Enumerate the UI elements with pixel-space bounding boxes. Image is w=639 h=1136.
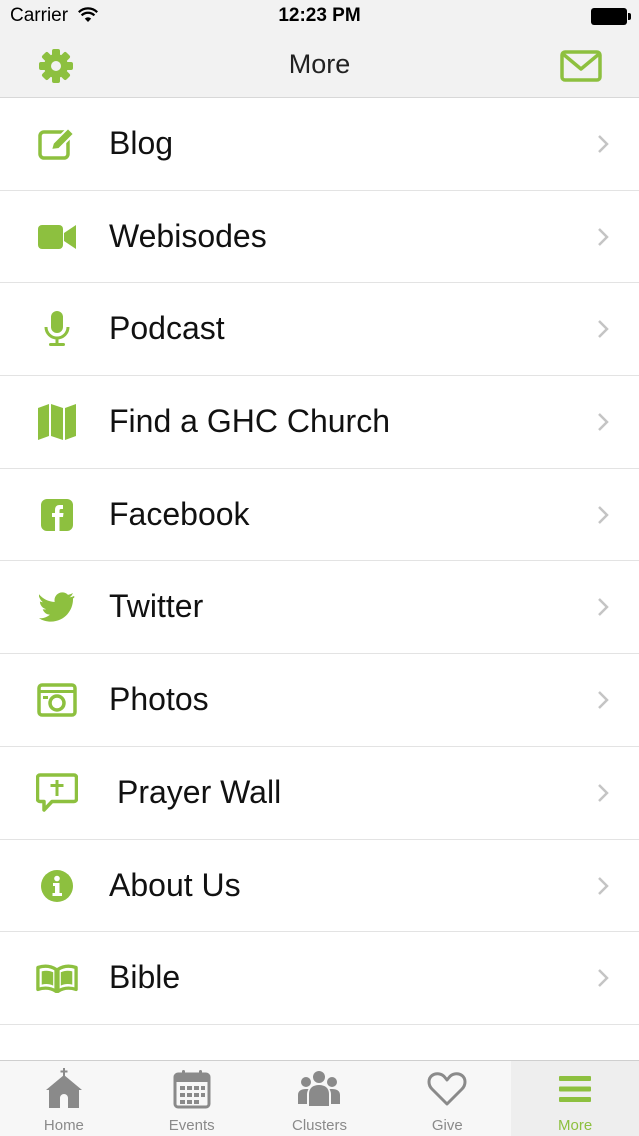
chevron-right-icon <box>598 691 609 710</box>
menu-item-photos[interactable]: Photos <box>0 654 639 747</box>
menu-item-label: Blog <box>109 125 174 161</box>
camera-icon <box>36 680 78 720</box>
tab-label: More <box>557 1117 593 1134</box>
group-icon <box>297 1069 341 1109</box>
chevron-right-icon <box>598 598 609 617</box>
more-menu-list: Blog Webisodes Podcast Find a GHC Church… <box>0 98 639 1025</box>
menu-item-label: Twitter <box>109 588 204 625</box>
map-icon <box>36 402 78 442</box>
chevron-right-icon <box>598 783 609 802</box>
calendar-icon <box>170 1069 214 1109</box>
tab-give[interactable]: Give <box>383 1061 511 1136</box>
chevron-right-icon <box>598 876 609 895</box>
prayer-bubble-icon <box>36 773 78 813</box>
status-bar: Carrier 12:23 PM <box>0 0 639 32</box>
menu-item-find-church[interactable]: Find a GHC Church <box>0 376 639 469</box>
open-book-icon <box>36 958 78 998</box>
edit-icon <box>36 124 78 164</box>
info-icon <box>36 866 78 906</box>
menu-item-label: Webisodes <box>109 217 267 254</box>
menu-item-label: Podcast <box>109 310 225 347</box>
tab-label: Clusters <box>291 1117 347 1134</box>
tab-label: Events <box>168 1117 215 1134</box>
chevron-right-icon <box>598 505 609 524</box>
navigation-bar: More <box>0 32 639 98</box>
tab-home[interactable]: Home <box>0 1061 128 1136</box>
menu-icon <box>553 1069 597 1109</box>
menu-item-blog[interactable]: Blog <box>0 98 639 191</box>
mail-icon[interactable] <box>559 48 603 84</box>
facebook-icon <box>36 495 78 535</box>
tab-clusters[interactable]: Clusters <box>256 1061 384 1136</box>
menu-item-label: Photos <box>109 681 209 718</box>
menu-item-about-us[interactable]: About Us <box>0 839 639 933</box>
tab-more[interactable]: More <box>511 1061 639 1136</box>
video-camera-icon <box>36 217 78 257</box>
menu-item-bible[interactable]: Bible <box>0 932 639 1025</box>
chevron-right-icon <box>598 135 609 153</box>
tab-label: Home <box>43 1117 84 1134</box>
page-title: More <box>288 49 351 79</box>
microphone-icon <box>36 309 78 349</box>
menu-item-label: Bible <box>109 959 181 996</box>
chevron-right-icon <box>598 227 609 246</box>
menu-item-twitter[interactable]: Twitter <box>0 561 639 655</box>
chevron-right-icon <box>598 320 609 339</box>
menu-item-label: About Us <box>109 866 241 903</box>
menu-item-label: Facebook <box>109 495 250 532</box>
church-icon <box>42 1068 86 1109</box>
chevron-right-icon <box>598 413 609 431</box>
tab-label: Give <box>431 1117 463 1134</box>
menu-item-label: Find a GHC Church <box>109 403 390 440</box>
menu-item-webisodes[interactable]: Webisodes <box>0 190 639 284</box>
status-time: 12:23 PM <box>278 5 361 26</box>
menu-item-facebook[interactable]: Facebook <box>0 468 639 562</box>
tab-events[interactable]: Events <box>128 1061 256 1136</box>
heart-icon <box>425 1069 469 1109</box>
menu-item-prayer-wall[interactable]: Prayer Wall <box>0 746 639 840</box>
menu-item-podcast[interactable]: Podcast <box>0 283 639 377</box>
battery-icon <box>591 8 631 25</box>
menu-item-label: Prayer Wall <box>117 773 282 810</box>
twitter-icon <box>36 587 78 627</box>
tab-bar: Home Events Clusters Give More <box>0 1060 639 1136</box>
chevron-right-icon <box>598 969 609 988</box>
